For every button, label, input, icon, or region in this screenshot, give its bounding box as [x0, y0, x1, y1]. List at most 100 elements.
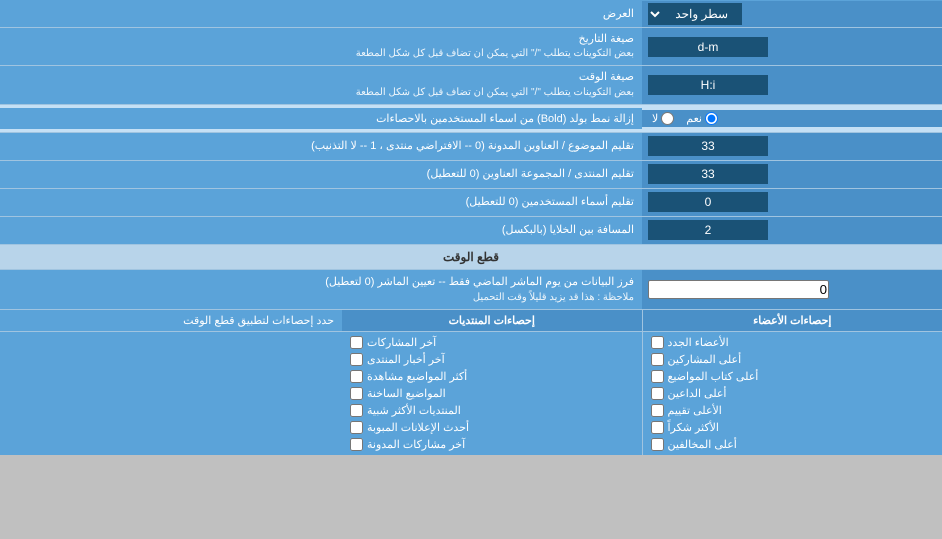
- display-row: العرض سطر واحد سطرين ثلاثة أسطر: [0, 0, 942, 28]
- checkbox-top-violators[interactable]: [651, 438, 664, 451]
- checkbox-last-blog[interactable]: [350, 438, 363, 451]
- users-order-label: تقليم أسماء المستخدمين (0 للتعطيل): [0, 189, 642, 216]
- checkbox-most-thanked[interactable]: [651, 421, 664, 434]
- checkbox-most-viewed[interactable]: [350, 370, 363, 383]
- topics-order-input-wrapper: [642, 133, 942, 160]
- main-container: العرض سطر واحد سطرين ثلاثة أسطر صيغة الت…: [0, 0, 942, 455]
- checkboxes-cols: آخر المشاركات آخر أخبار المنتدى أكثر الم…: [342, 332, 942, 455]
- forum-order-input[interactable]: [648, 164, 768, 184]
- cell-spacing-input-wrapper: [642, 217, 942, 244]
- topics-order-input[interactable]: [648, 136, 768, 156]
- stats-columns-header: إحصاءات المنتديات إحصاءات الأعضاء: [342, 310, 942, 331]
- col1-checkboxes: آخر المشاركات آخر أخبار المنتدى أكثر الم…: [342, 332, 643, 455]
- time-cut-header-text: قطع الوقت: [443, 250, 499, 264]
- display-label: العرض: [0, 3, 642, 24]
- date-format-row: صيغة التاريخ بعض التكوينات يتطلب "/" الت…: [0, 28, 942, 66]
- time-format-input-wrapper: [642, 66, 942, 103]
- stats-header-row: حدد إحصاءات لتطبيق قطع الوقت إحصاءات الم…: [0, 310, 942, 332]
- bold-remove-no-label[interactable]: لا: [652, 112, 674, 125]
- time-cut-input[interactable]: [648, 280, 829, 299]
- time-cut-label-line1: فرز البيانات من يوم الماشر الماضي فقط --…: [8, 274, 634, 291]
- col1-header: إحصاءات المنتديات: [342, 310, 643, 331]
- checkbox-top-topic-writers[interactable]: [651, 370, 664, 383]
- checkbox-top-posters[interactable]: [651, 353, 664, 366]
- bold-remove-yes-text: نعم: [686, 112, 702, 125]
- checkbox-top-violators-label: أعلى المخالفين: [668, 438, 737, 451]
- checkbox-most-thanked-label: الأكثر شكراً: [668, 421, 719, 434]
- date-format-input[interactable]: [648, 37, 768, 57]
- checkbox-item-top-violators: أعلى المخالفين: [651, 436, 935, 453]
- checkbox-most-viewed-label: أكثر المواضيع مشاهدة: [367, 370, 467, 383]
- checkbox-last-blog-label: آخر مشاركات المدونة: [367, 438, 465, 451]
- checkbox-item-last-news: آخر أخبار المنتدى: [350, 351, 634, 368]
- forum-order-row: تقليم المنتدى / المجموعة العناوين (0 للت…: [0, 161, 942, 189]
- time-format-input[interactable]: [648, 75, 768, 95]
- users-order-row: تقليم أسماء المستخدمين (0 للتعطيل): [0, 189, 942, 217]
- col2-header: إحصاءات الأعضاء: [643, 310, 942, 331]
- checkbox-hot-topics-label: المواضيع الساخنة: [367, 387, 446, 400]
- forum-order-input-wrapper: [642, 161, 942, 188]
- topics-order-row: تقليم الموضوع / العناوين المدونة (0 -- ا…: [0, 133, 942, 161]
- checkbox-item-new-members: الأعضاء الجدد: [651, 334, 935, 351]
- stats-header-label: حدد إحصاءات لتطبيق قطع الوقت: [0, 310, 342, 331]
- time-format-label: صيغة الوقت بعض التكوينات يتطلب "/" التي …: [0, 66, 642, 103]
- display-control: سطر واحد سطرين ثلاثة أسطر: [642, 1, 942, 27]
- checkbox-new-members-label: الأعضاء الجدد: [668, 336, 729, 349]
- checkbox-item-top-inviters: أعلى الداعين: [651, 385, 935, 402]
- users-order-input-wrapper: [642, 189, 942, 216]
- checkbox-most-similar-label: المنتديات الأكثر شبية: [367, 404, 461, 417]
- bold-remove-yes-label[interactable]: نعم: [686, 112, 718, 125]
- time-cut-label: فرز البيانات من يوم الماشر الماضي فقط --…: [0, 270, 642, 310]
- checkbox-item-hot-topics: المواضيع الساخنة: [350, 385, 634, 402]
- time-format-label-line1: صيغة الوقت: [356, 70, 634, 85]
- checkbox-top-topic-writers-label: أعلى كتاب المواضيع: [668, 370, 759, 383]
- checkbox-item-last-posts: آخر المشاركات: [350, 334, 634, 351]
- checkbox-top-rated-label: الأعلى تقييم: [668, 404, 722, 417]
- date-format-label-line1: صيغة التاريخ: [356, 32, 634, 47]
- users-order-input[interactable]: [648, 192, 768, 212]
- forum-order-label: تقليم المنتدى / المجموعة العناوين (0 للت…: [0, 161, 642, 188]
- checkbox-item-last-blog: آخر مشاركات المدونة: [350, 436, 634, 453]
- checkbox-most-similar[interactable]: [350, 404, 363, 417]
- time-format-label-line2: بعض التكوينات يتطلب "/" التي يمكن ان تضا…: [356, 86, 634, 100]
- checkbox-hot-topics[interactable]: [350, 387, 363, 400]
- checkbox-item-most-thanked: الأكثر شكراً: [651, 419, 935, 436]
- checkbox-item-top-rated: الأعلى تقييم: [651, 402, 935, 419]
- bold-remove-no-radio[interactable]: [661, 112, 674, 125]
- checkbox-top-inviters-label: أعلى الداعين: [668, 387, 727, 400]
- cell-spacing-input[interactable]: [648, 220, 768, 240]
- bold-remove-control: نعم لا: [642, 110, 942, 127]
- checkbox-item-latest-ads: أحدث الإعلانات المبوبة: [350, 419, 634, 436]
- time-cut-header: قطع الوقت: [0, 245, 942, 270]
- checkboxes-label-area: [0, 332, 342, 455]
- checkbox-last-news[interactable]: [350, 353, 363, 366]
- checkbox-last-posts-label: آخر المشاركات: [367, 336, 436, 349]
- col2-checkboxes: الأعضاء الجدد أعلى المشاركين أعلى كتاب ا…: [643, 332, 942, 455]
- checkbox-top-inviters[interactable]: [651, 387, 664, 400]
- checkbox-top-rated[interactable]: [651, 404, 664, 417]
- time-cut-input-wrapper: [642, 270, 942, 310]
- checkbox-new-members[interactable]: [651, 336, 664, 349]
- date-format-label-line2: بعض التكوينات يتطلب "/" التي يمكن ان تضا…: [356, 47, 634, 61]
- checkbox-item-top-posters: أعلى المشاركين: [651, 351, 935, 368]
- bold-remove-no-text: لا: [652, 112, 658, 125]
- checkbox-top-posters-label: أعلى المشاركين: [668, 353, 742, 366]
- bold-remove-yes-radio[interactable]: [705, 112, 718, 125]
- date-format-label: صيغة التاريخ بعض التكوينات يتطلب "/" الت…: [0, 28, 642, 65]
- time-cut-row: فرز البيانات من يوم الماشر الماضي فقط --…: [0, 270, 942, 311]
- display-select[interactable]: سطر واحد سطرين ثلاثة أسطر: [648, 3, 742, 25]
- checkbox-item-most-similar: المنتديات الأكثر شبية: [350, 402, 634, 419]
- date-format-input-wrapper: [642, 28, 942, 65]
- checkboxes-wrapper: آخر المشاركات آخر أخبار المنتدى أكثر الم…: [0, 332, 942, 455]
- checkbox-latest-ads-label: أحدث الإعلانات المبوبة: [367, 421, 469, 434]
- checkbox-latest-ads[interactable]: [350, 421, 363, 434]
- checkbox-last-news-label: آخر أخبار المنتدى: [367, 353, 445, 366]
- topics-order-label: تقليم الموضوع / العناوين المدونة (0 -- ا…: [0, 133, 642, 160]
- checkbox-item-most-viewed: أكثر المواضيع مشاهدة: [350, 368, 634, 385]
- checkbox-last-posts[interactable]: [350, 336, 363, 349]
- stats-section: حدد إحصاءات لتطبيق قطع الوقت إحصاءات الم…: [0, 310, 942, 455]
- time-cut-label-line2: ملاحظة : هذا قد يزيد قليلاً وقت التحميل: [8, 290, 634, 305]
- bold-remove-row: إزالة نمط بولد (Bold) من اسماء المستخدمي…: [0, 105, 942, 133]
- time-format-row: صيغة الوقت بعض التكوينات يتطلب "/" التي …: [0, 66, 942, 104]
- checkbox-item-top-topic-writers: أعلى كتاب المواضيع: [651, 368, 935, 385]
